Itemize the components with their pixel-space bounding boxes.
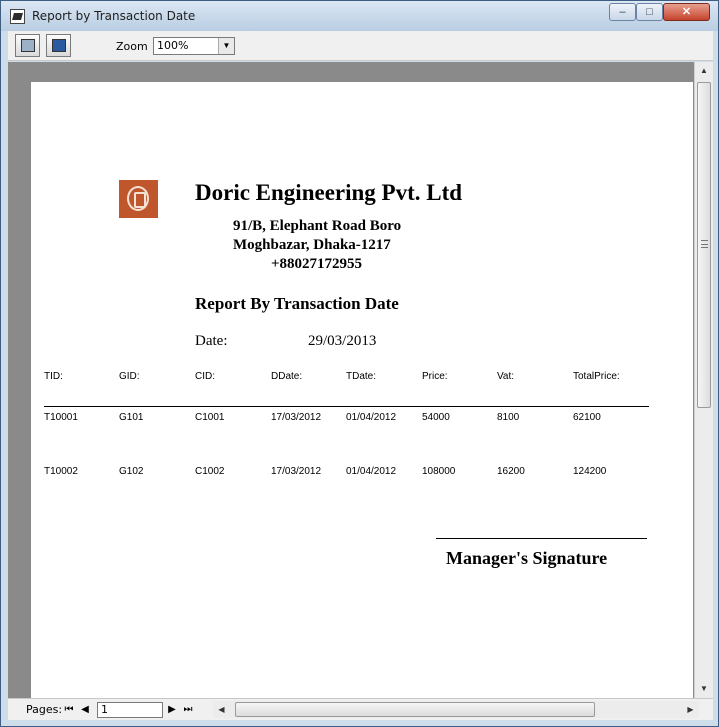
- column-header: CID:: [195, 371, 215, 382]
- horizontal-scrollbar-thumb[interactable]: [235, 702, 595, 717]
- table-cell: C1001: [195, 412, 225, 423]
- app-icon: [10, 9, 25, 24]
- previous-page-icon[interactable]: ◀: [79, 702, 91, 717]
- signature-line: [436, 538, 647, 539]
- horizontal-scrollbar[interactable]: ◀ ▶: [213, 701, 699, 718]
- scroll-left-icon[interactable]: ◀: [213, 701, 230, 718]
- report-title: Report By Transaction Date: [195, 294, 399, 313]
- column-header: DDate:: [271, 371, 303, 382]
- phone-number: +88027172955: [271, 256, 363, 272]
- column-header: Vat:: [497, 371, 515, 382]
- company-name: Doric Engineering Pvt. Ltd: [195, 180, 463, 205]
- next-page-icon[interactable]: ▶: [166, 702, 178, 717]
- scrollbar-thumb[interactable]: [697, 82, 711, 408]
- first-page-icon[interactable]: ⏮: [63, 702, 75, 717]
- table-cell: 17/03/2012: [271, 412, 322, 423]
- toolbar: Zoom 100% ▼: [8, 31, 713, 61]
- zoom-select[interactable]: 100% ▼: [153, 37, 235, 55]
- address-line-1: 91/B, Elephant Road Boro: [233, 218, 402, 234]
- report-page: Doric Engineering Pvt. Ltd 91/B, Elephan…: [31, 82, 693, 698]
- table-cell: 01/04/2012: [346, 466, 397, 477]
- column-header: TID:: [44, 371, 63, 382]
- scroll-down-icon[interactable]: ▼: [695, 680, 713, 698]
- table-cell: 54000: [422, 412, 450, 423]
- table-cell: C1002: [195, 466, 225, 477]
- vertical-scrollbar[interactable]: ▲ ▼: [694, 62, 713, 698]
- column-header: TotalPrice:: [573, 371, 620, 382]
- table-cell: G102: [119, 466, 144, 477]
- table-cell: 62100: [573, 412, 601, 423]
- zoom-value: 100%: [157, 39, 189, 52]
- table-cell: G101: [119, 412, 144, 423]
- table-cell: 16200: [497, 466, 525, 477]
- table-cell: 108000: [422, 466, 456, 477]
- header-divider: [44, 406, 649, 407]
- column-header: Price:: [422, 371, 448, 382]
- table-cell: 17/03/2012: [271, 466, 322, 477]
- pager-bar: Pages: ⏮ ◀ 1 ▶ ⏭ ◀ ▶: [8, 698, 713, 720]
- date-value: 29/03/2013: [308, 333, 377, 349]
- maximize-button[interactable]: □: [636, 3, 663, 21]
- table-cell: 124200: [573, 466, 607, 477]
- date-label: Date:: [195, 333, 228, 349]
- last-page-icon[interactable]: ⏭: [182, 702, 194, 717]
- pages-label: Pages:: [26, 703, 63, 716]
- report-viewer: Doric Engineering Pvt. Ltd 91/B, Elephan…: [8, 62, 713, 698]
- page-number-input[interactable]: 1: [97, 702, 163, 718]
- zoom-label: Zoom: [116, 40, 148, 53]
- close-button[interactable]: ✕: [663, 3, 710, 21]
- window-title: Report by Transaction Date: [32, 9, 196, 23]
- export-button[interactable]: [46, 34, 71, 57]
- scroll-up-icon[interactable]: ▲: [695, 62, 713, 80]
- table-cell: 01/04/2012: [346, 412, 397, 423]
- report-window: Report by Transaction Date – □ ✕ Zoom 10…: [0, 0, 719, 727]
- title-bar[interactable]: Report by Transaction Date – □ ✕: [1, 1, 718, 31]
- print-button[interactable]: [15, 34, 40, 57]
- table-cell: T10001: [44, 412, 78, 423]
- signature-label: Manager's Signature: [446, 548, 608, 568]
- export-icon: [52, 39, 66, 52]
- company-logo: [119, 180, 158, 218]
- minimize-button[interactable]: –: [609, 3, 636, 21]
- table-cell: T10002: [44, 466, 78, 477]
- scroll-right-icon[interactable]: ▶: [682, 701, 699, 718]
- print-icon: [21, 39, 35, 52]
- table-cell: 8100: [497, 412, 520, 423]
- column-header: GID:: [119, 371, 140, 382]
- column-header: TDate:: [346, 371, 377, 382]
- chevron-down-icon[interactable]: ▼: [218, 38, 234, 54]
- address-line-2: Moghbazar, Dhaka-1217: [233, 237, 391, 253]
